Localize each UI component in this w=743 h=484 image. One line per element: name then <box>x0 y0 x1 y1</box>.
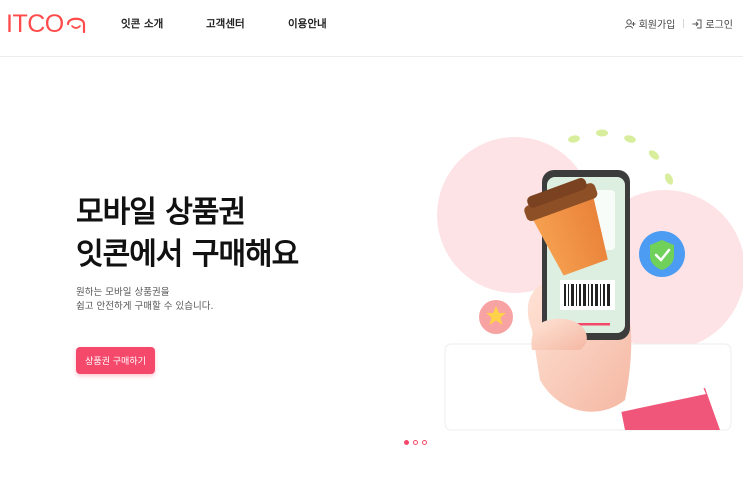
util-divider <box>683 19 685 28</box>
login-label: 로그인 <box>705 20 733 31</box>
header: ITCO 잇콘 소개 고객센터 이용안내 회원가입 로그인 <box>0 0 743 57</box>
hero-title-line-1: 모바일 상품권 <box>76 195 246 230</box>
nav-item-support[interactable]: 고객센터 <box>206 16 245 31</box>
carousel-dot-1[interactable] <box>404 440 409 445</box>
signup-link[interactable]: 회원가입 <box>624 16 676 31</box>
hero-title: 모바일 상품권 잇콘에서 구매해요 <box>76 192 299 276</box>
buy-giftcard-button[interactable]: 상품권 구매하기 <box>76 347 155 374</box>
logo-text: ITCO <box>6 9 64 38</box>
utility-menu: 회원가입 로그인 <box>624 16 733 31</box>
login-link[interactable]: 로그인 <box>692 16 733 31</box>
carousel-pagination <box>404 440 427 445</box>
carousel-dot-3[interactable] <box>422 440 427 445</box>
hero-subtitle-line-1: 원하는 모바일 상품권을 <box>76 287 170 298</box>
signup-label: 회원가입 <box>638 20 676 31</box>
hero-subtitle: 원하는 모바일 상품권을 쉽고 안전하게 구매할 수 있습니다. <box>76 286 213 314</box>
hero-title-line-2: 잇콘에서 구매해요 <box>76 237 299 272</box>
logo-smile-icon <box>66 17 85 34</box>
user-plus-icon <box>624 18 636 29</box>
nav-item-guide[interactable]: 이용안내 <box>288 16 327 31</box>
itcon-logo[interactable]: ITCO <box>6 10 87 38</box>
carousel-dot-2[interactable] <box>413 440 418 445</box>
nav-item-about[interactable]: 잇콘 소개 <box>121 16 163 31</box>
login-icon <box>692 19 702 28</box>
hero-subtitle-line-2: 쉽고 안전하게 구매할 수 있습니다. <box>76 301 214 312</box>
hero-illustration <box>437 129 743 431</box>
